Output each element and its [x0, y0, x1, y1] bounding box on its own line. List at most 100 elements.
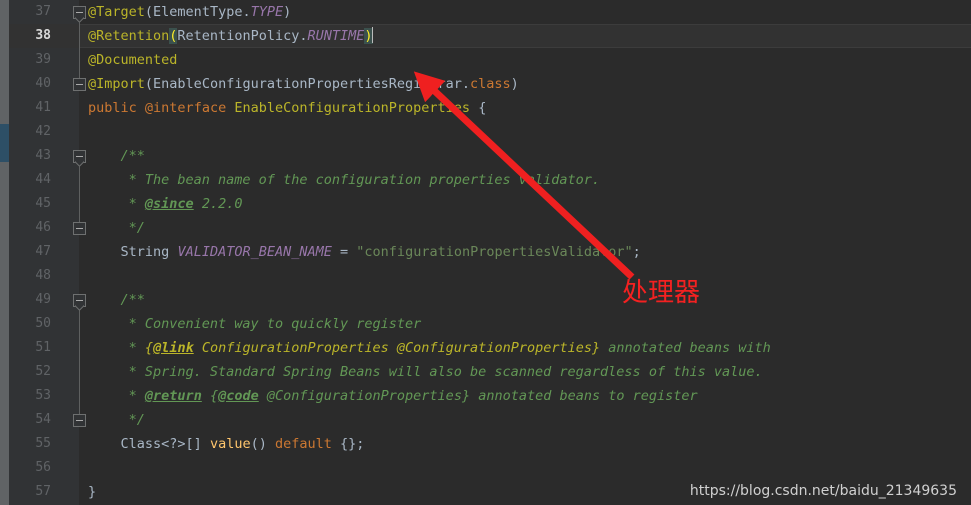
token-comment: annotated beans to register: [470, 388, 698, 404]
code-line-47[interactable]: String VALIDATOR_BEAN_NAME = "configurat…: [79, 240, 971, 264]
token-paren: ): [510, 76, 519, 92]
gutter-line-47[interactable]: 47: [9, 240, 79, 264]
fold-region-point: [75, 305, 84, 311]
line-number-44: 44: [35, 172, 51, 187]
line-number-40: 40: [35, 76, 51, 91]
line-number-38: 38: [35, 28, 51, 43]
line-number-54: 54: [35, 412, 51, 427]
line-number-53: 53: [35, 388, 51, 403]
code-line-50[interactable]: * Convenient way to quickly register: [79, 312, 971, 336]
token-identifier: RetentionPolicy.: [177, 28, 308, 44]
code-line-46[interactable]: */: [79, 216, 971, 240]
token-parens: (): [250, 436, 267, 452]
token-javadoc-brace: {: [209, 388, 219, 404]
gutter-line-56[interactable]: 56: [9, 456, 79, 480]
fold-collapse-icon[interactable]: [73, 221, 86, 235]
gutter-line-41[interactable]: 41: [9, 96, 79, 120]
gutter-line-57[interactable]: 57: [9, 480, 79, 504]
fold-marker-49[interactable]: [73, 293, 86, 307]
gutter-line-55[interactable]: 55: [9, 432, 79, 456]
code-editor[interactable]: 37 38 39 40 41 42 43 44 45 46 47 48 49 50 51 52 53 54 55 56…: [0, 0, 971, 505]
gutter-line-44[interactable]: 44: [9, 168, 79, 192]
token-brace: {: [478, 100, 487, 116]
gutter-line-46[interactable]: 46: [9, 216, 79, 240]
token-static-field: RUNTIME: [307, 28, 365, 44]
token-annotation: @Retention: [88, 28, 170, 44]
token-type-string: String: [120, 244, 170, 260]
fold-marker-40[interactable]: [73, 77, 86, 91]
token-semicolon: ;: [356, 436, 365, 452]
gutter-line-38[interactable]: 38: [9, 24, 79, 48]
fold-marker-46[interactable]: [73, 221, 86, 235]
line-number-49: 49: [35, 292, 51, 307]
token-javadoc-code-tag: @code: [218, 388, 259, 404]
token-comment: */: [128, 220, 145, 236]
code-line-54[interactable]: */: [79, 408, 971, 432]
editor-code-area[interactable]: @Target(ElementType.TYPE) @Retention(Ret…: [79, 0, 971, 505]
gutter-line-48[interactable]: 48: [9, 264, 79, 288]
gutter-line-53[interactable]: 53: [9, 384, 79, 408]
line-number-56: 56: [35, 460, 51, 475]
fold-region-point: [75, 161, 84, 167]
gutter-line-52[interactable]: 52: [9, 360, 79, 384]
fold-collapse-icon[interactable]: [73, 413, 86, 427]
code-line-49[interactable]: /**: [79, 288, 971, 312]
line-number-46: 46: [35, 220, 51, 235]
fold-marker-54[interactable]: [73, 413, 86, 427]
line-number-55: 55: [35, 436, 51, 451]
fold-collapse-icon[interactable]: [73, 77, 86, 91]
gutter-line-42[interactable]: 42: [9, 120, 79, 144]
code-line-52[interactable]: * Spring. Standard Spring Beans will als…: [79, 360, 971, 384]
code-line-44[interactable]: * The bean name of the configuration pro…: [79, 168, 971, 192]
code-line-39[interactable]: @Documented: [79, 48, 971, 72]
token-keyword-interface: @interface: [144, 100, 227, 116]
token-javadoc-brace: {: [144, 340, 154, 356]
gutter-line-51[interactable]: 51: [9, 336, 79, 360]
fold-region-spine: [79, 156, 80, 228]
fold-marker-37[interactable]: [73, 5, 86, 19]
token-javadoc-code-target: @ConfigurationProperties}: [258, 388, 471, 404]
token-string-literal: "configurationPropertiesValidator": [356, 244, 633, 260]
token-comment: annotated beans with: [600, 340, 771, 356]
code-line-48[interactable]: [79, 264, 971, 288]
gutter-line-43[interactable]: 43: [9, 144, 79, 168]
code-line-41[interactable]: public @interface EnableConfigurationPro…: [79, 96, 971, 120]
code-line-40[interactable]: @Import(EnableConfigurationPropertiesReg…: [79, 72, 971, 96]
editor-gutter[interactable]: 37 38 39 40 41 42 43 44 45 46 47 48 49 50 51 52 53 54 55 56…: [9, 0, 79, 505]
token-keyword-public: public: [88, 100, 137, 116]
token-closing-brace: }: [88, 484, 97, 500]
code-line-42[interactable]: [79, 120, 971, 144]
line-number-43: 43: [35, 148, 51, 163]
gutter-line-54[interactable]: 54: [9, 408, 79, 432]
code-line-55[interactable]: Class<?>[] value() default {};: [79, 432, 971, 456]
annotation-label: 处理器: [622, 278, 701, 308]
line-number-52: 52: [35, 364, 51, 379]
token-comment: /**: [120, 148, 145, 164]
fold-marker-43[interactable]: [73, 149, 86, 163]
token-static-field: TYPE: [250, 4, 284, 20]
line-number-51: 51: [35, 340, 51, 355]
token-comment: * Convenient way to quickly register: [128, 316, 422, 332]
line-number-41: 41: [35, 100, 51, 115]
line-number-50: 50: [35, 316, 51, 331]
gutter-line-40[interactable]: 40: [9, 72, 79, 96]
gutter-line-37[interactable]: 37: [9, 0, 79, 24]
token-comment: * The bean name of the configuration pro…: [128, 172, 601, 188]
code-line-43[interactable]: /**: [79, 144, 971, 168]
editor-marker-strip[interactable]: [0, 0, 9, 505]
code-line-38[interactable]: @Retention(RetentionPolicy.RUNTIME): [79, 24, 971, 48]
code-line-56[interactable]: [79, 456, 971, 480]
gutter-line-39[interactable]: 39: [9, 48, 79, 72]
fold-region-spine: [79, 12, 80, 84]
code-line-37[interactable]: @Target(ElementType.TYPE): [79, 0, 971, 24]
code-line-53[interactable]: * @return {@code @ConfigurationPropertie…: [79, 384, 971, 408]
marker-highlight[interactable]: [0, 124, 9, 162]
token-javadoc-link-tag: @link: [153, 340, 194, 356]
token-javadoc-return-tag: @return: [144, 388, 202, 404]
gutter-line-50[interactable]: 50: [9, 312, 79, 336]
gutter-line-45[interactable]: 45: [9, 192, 79, 216]
gutter-line-49[interactable]: 49: [9, 288, 79, 312]
code-line-45[interactable]: * @since 2.2.0: [79, 192, 971, 216]
code-line-51[interactable]: * {@link ConfigurationProperties @Config…: [79, 336, 971, 360]
token-operator: =: [340, 244, 349, 260]
